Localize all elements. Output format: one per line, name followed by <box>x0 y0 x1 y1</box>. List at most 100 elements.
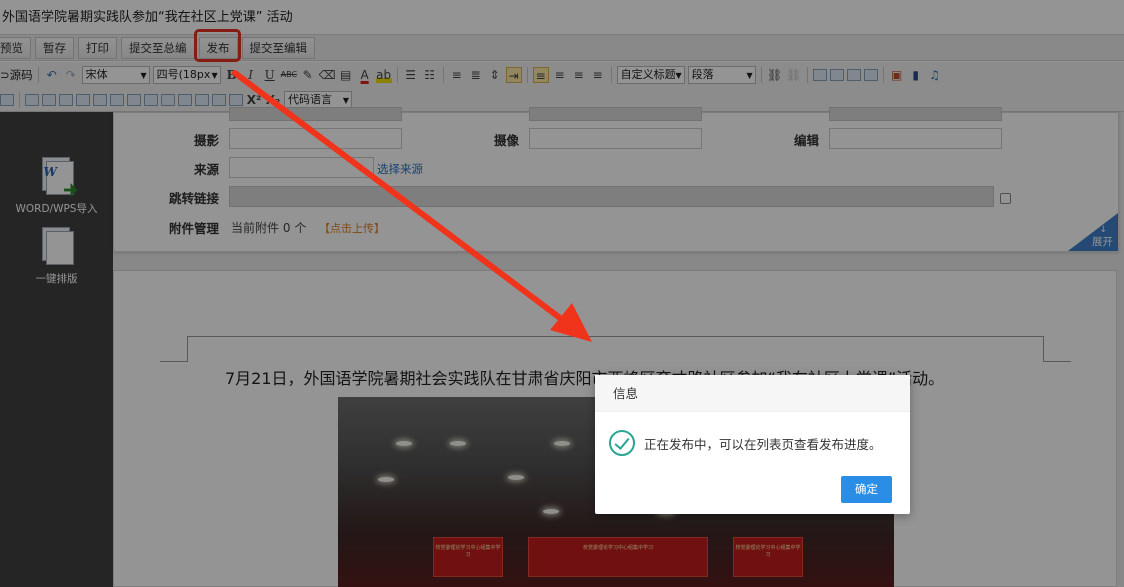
photographer-input[interactable] <box>229 128 402 149</box>
image-float-none-icon[interactable] <box>812 69 827 81</box>
redirect-link-input[interactable] <box>229 186 994 207</box>
responsible-editor-input[interactable] <box>829 107 1002 121</box>
word-import-button[interactable]: W WORD/WPS导入 <box>0 155 113 216</box>
superscript-icon[interactable]: X² <box>246 92 262 108</box>
editor-label: 编辑 <box>794 133 820 148</box>
font-size-value: 四号(18px <box>156 68 211 81</box>
underline-icon[interactable]: U <box>262 67 278 83</box>
unlink-icon[interactable]: ⛓ <box>786 67 802 83</box>
source-code-label: 源码 <box>9 68 33 82</box>
delete-table-icon[interactable] <box>42 93 56 106</box>
word-import-label: WORD/WPS导入 <box>15 203 98 215</box>
insert-music-icon[interactable]: ♫ <box>927 67 943 83</box>
reviewer-input[interactable] <box>529 107 702 121</box>
font-color-icon[interactable]: A <box>357 67 373 83</box>
banner-text: 校党委理论学习中心组集中学习 <box>735 545 801 558</box>
merge-cells-icon[interactable] <box>144 93 158 106</box>
save-draft-button[interactable]: 暂存 <box>35 36 74 59</box>
source-code-button[interactable]: ⊃源码 <box>0 67 33 83</box>
document-page-front <box>45 231 74 265</box>
custom-heading-select[interactable]: 自定义标题 ▼ <box>616 66 685 84</box>
preview-button[interactable]: 预览 <box>0 36 31 59</box>
italic-icon[interactable]: I <box>243 67 259 83</box>
row-spacing-bottom-icon[interactable]: ≣ <box>468 67 484 83</box>
metadata-form-panel: 摄影 摄像 编辑 来源 选择来源 跳转链接 附件管理 当前附件 0 个 【点击上… <box>113 107 1119 252</box>
confirm-button[interactable]: 确定 <box>841 476 892 503</box>
redirect-link-label: 跳转链接 <box>169 191 220 206</box>
banner-text: 校党委理论学习中心组集中学习 <box>582 545 653 551</box>
paragraph-select[interactable]: 段落 ▼ <box>687 66 756 84</box>
redo-icon[interactable]: ↷ <box>63 67 79 83</box>
page-corner-right <box>1043 336 1071 362</box>
auto-layout-label: 一键排版 <box>35 273 78 285</box>
undo-icon[interactable]: ↶ <box>44 67 60 83</box>
paragraph-value: 段落 <box>691 68 714 81</box>
insert-column-icon[interactable] <box>110 93 124 106</box>
merge-down-icon[interactable] <box>178 93 192 106</box>
paste-text-icon[interactable]: ▤ <box>338 67 354 83</box>
upload-link[interactable]: 【点击上传】 <box>319 220 385 236</box>
merge-right-icon[interactable] <box>161 93 175 106</box>
insert-video-icon[interactable]: ▮ <box>908 67 924 83</box>
indent-icon[interactable]: ⇥ <box>505 67 522 83</box>
word-badge-icon: W <box>43 165 57 179</box>
subscript-icon[interactable]: X₂ <box>265 92 281 108</box>
insert-table-icon[interactable] <box>25 93 39 106</box>
ceiling-light <box>508 475 524 480</box>
line-height-icon[interactable]: ⇕ <box>487 67 503 83</box>
link-icon[interactable]: ⛓ <box>767 67 783 83</box>
ceiling-light <box>554 441 570 446</box>
align-justify-icon[interactable]: ≡ <box>590 67 606 83</box>
insert-row-icon[interactable] <box>59 93 73 106</box>
split-columns-icon[interactable] <box>229 93 243 106</box>
clear-format-icon[interactable]: ⌫ <box>319 67 336 83</box>
toolbar-divider <box>19 91 20 108</box>
font-family-select[interactable]: 宋体 ▼ <box>81 66 150 84</box>
font-size-select[interactable]: 四号(18px ▼ <box>152 66 221 84</box>
format-painter-icon[interactable]: ✎ <box>300 67 316 83</box>
auto-layout-button[interactable]: 一键排版 <box>0 225 113 286</box>
image-float-left-icon[interactable] <box>829 69 844 81</box>
center-banner: 校党委理论学习中心组集中学习 <box>528 537 708 577</box>
align-right-icon[interactable]: ≡ <box>571 67 587 83</box>
submit-editor-button[interactable]: 提交至编辑 <box>241 36 315 59</box>
align-center-icon[interactable]: ≡ <box>552 67 568 83</box>
row-spacing-top-icon[interactable]: ≡ <box>449 67 465 83</box>
author-input[interactable] <box>229 107 402 121</box>
image-float-right-icon[interactable] <box>846 69 861 81</box>
split-cells-icon[interactable] <box>195 93 209 106</box>
align-left-icon[interactable]: ≡ <box>532 67 549 83</box>
print-button[interactable]: 打印 <box>78 36 117 59</box>
source-input[interactable] <box>229 157 374 178</box>
info-dialog: 信息 正在发布中，可以在列表页查看发布进度。 确定 <box>595 375 910 514</box>
highlight-color-icon[interactable]: ab <box>375 67 392 83</box>
ordered-list-icon[interactable]: ☰ <box>403 67 419 83</box>
ceiling-light <box>396 441 412 446</box>
code-language-select[interactable]: 代码语言 ▼ <box>284 90 352 109</box>
insert-image-icon[interactable]: ▣ <box>889 67 905 83</box>
select-source-link[interactable]: 选择来源 <box>377 161 423 177</box>
image-center-icon[interactable] <box>863 69 878 81</box>
insert-paragraph-icon[interactable] <box>76 93 90 106</box>
bold-icon[interactable]: B <box>224 67 240 83</box>
submit-chief-button[interactable]: 提交至总编 <box>121 36 195 59</box>
publish-button[interactable]: 发布 <box>198 36 238 59</box>
table-icon[interactable] <box>0 93 14 106</box>
delete-row-icon[interactable] <box>93 93 107 106</box>
unordered-list-icon[interactable]: ☷ <box>422 67 438 83</box>
camera-input[interactable] <box>529 128 702 149</box>
delete-column-icon[interactable] <box>127 93 141 106</box>
source-label: 来源 <box>194 162 220 177</box>
split-rows-icon[interactable] <box>212 93 226 106</box>
toolbar-divider <box>396 67 398 83</box>
ceiling-light <box>450 441 466 446</box>
attachment-status: 当前附件 0 个 <box>231 219 306 236</box>
dialog-message: 正在发布中，可以在列表页查看发布进度。 <box>644 436 882 452</box>
ceiling-light <box>378 477 394 482</box>
right-banner: 校党委理论学习中心组集中学习 <box>733 537 803 577</box>
attachment-count: 0 <box>282 221 291 235</box>
toolbar-divider <box>760 67 762 83</box>
redirect-checkbox[interactable] <box>1000 193 1011 204</box>
strikethrough-icon[interactable]: ABC <box>281 67 297 83</box>
editor-input[interactable] <box>829 128 1002 149</box>
